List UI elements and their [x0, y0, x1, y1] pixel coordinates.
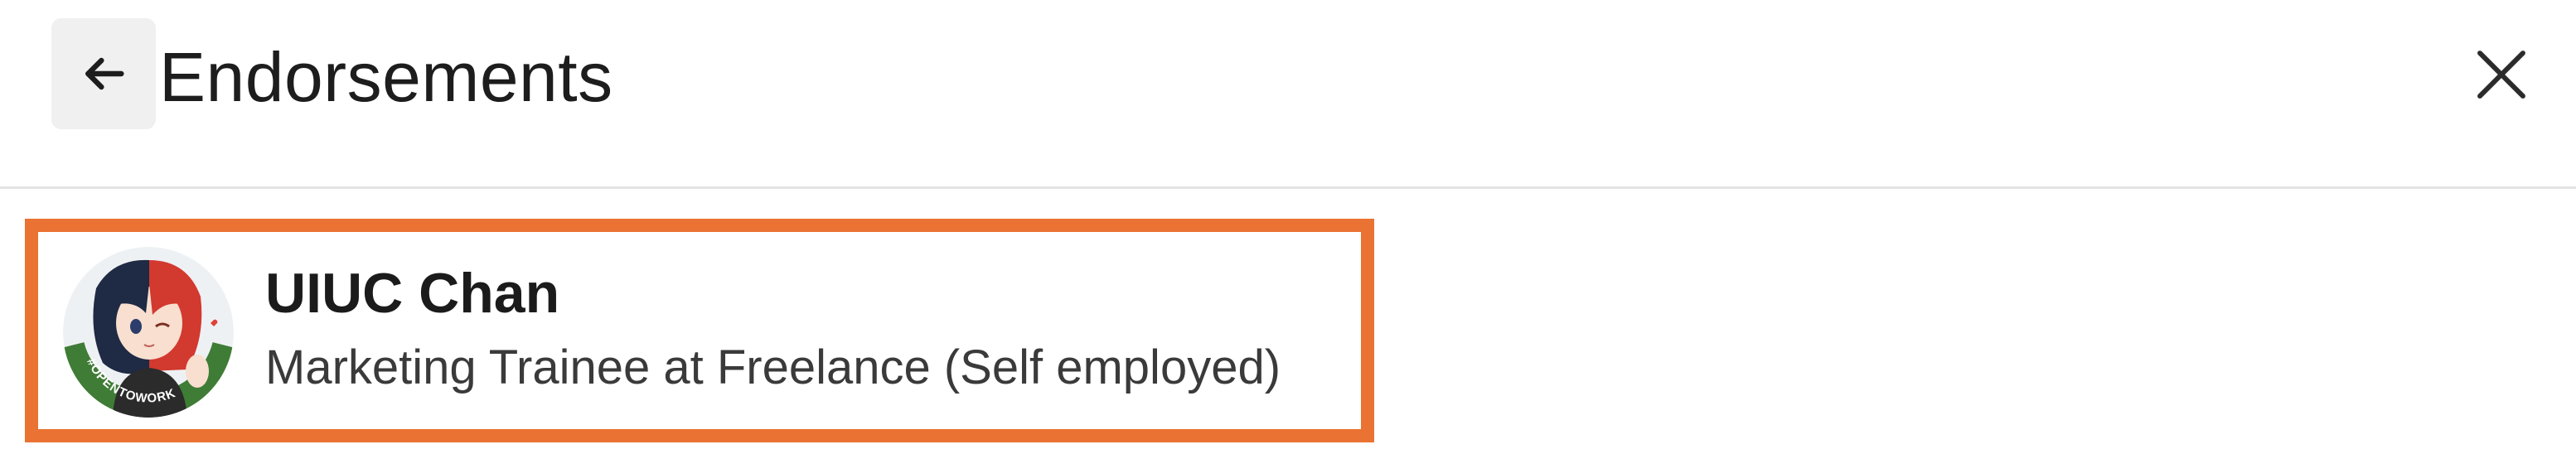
arrow-left-icon [85, 57, 124, 90]
back-button[interactable] [51, 18, 156, 129]
avatar-illustration: #OPENTOWORK [63, 247, 234, 418]
avatar[interactable]: #OPENTOWORK [63, 247, 234, 418]
close-icon [2477, 51, 2525, 99]
page-title: Endorsements [159, 38, 613, 116]
endorser-list-item[interactable]: #OPENTOWORK UIUC Chan Marketing Trainee … [25, 219, 1374, 442]
endorser-headline: Marketing Trainee at Freelance (Self emp… [265, 340, 1281, 394]
modal-header: Endorsements [0, 0, 2576, 189]
endorser-name[interactable]: UIUC Chan [265, 258, 559, 328]
close-button[interactable] [2460, 33, 2543, 116]
